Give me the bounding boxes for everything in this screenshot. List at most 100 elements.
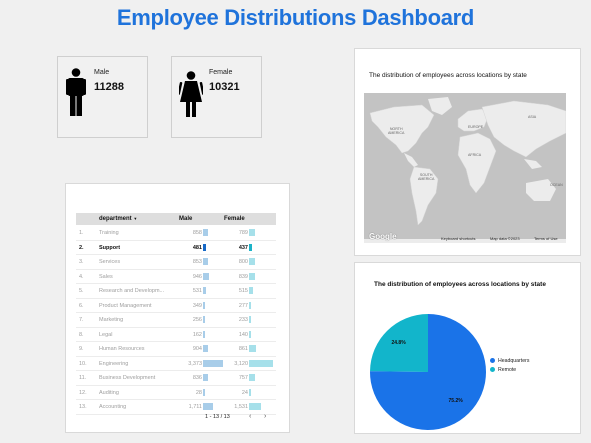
row-department: Business Development <box>99 375 156 381</box>
male-bar <box>203 388 205 396</box>
table-page-range: 1 - 13 / 13 <box>205 414 230 420</box>
world-map[interactable]: NORTH AMERICA EUROPE ASIA AFRICA SOUTH AME… <box>364 93 566 243</box>
female-kpi-value: 10321 <box>209 81 240 93</box>
male-kpi-label: Male <box>94 69 110 76</box>
row-number: 6. <box>79 302 84 309</box>
row-female-value: 277 <box>238 302 248 309</box>
row-number: 7. <box>79 317 84 323</box>
row-department: Marketing <box>99 317 124 323</box>
keyboard-shortcuts-link[interactable]: Keyboard shortcuts <box>441 236 475 241</box>
female-bar <box>249 374 255 381</box>
table-row[interactable]: 9. Human Resources 904 861 <box>76 342 276 357</box>
male-bar <box>203 330 205 338</box>
table-row[interactable]: 3. Services 853 800 <box>76 255 276 270</box>
female-person-icon <box>179 71 203 117</box>
row-department: Product Management <box>99 302 152 309</box>
row-department: Training <box>99 230 119 236</box>
terms-of-use-link[interactable]: Terms of Use <box>534 236 558 241</box>
female-bar <box>249 272 256 280</box>
google-logo: Google <box>369 232 397 241</box>
map-label-europe: EUROPE <box>468 125 484 129</box>
female-bar <box>249 388 251 396</box>
legend-item-headquarters[interactable]: Headquarters <box>490 358 529 364</box>
row-number: 10. <box>79 360 87 367</box>
table-row[interactable]: 6. Product Management 349 277 <box>76 299 276 313</box>
row-female-value: 800 <box>238 259 248 265</box>
male-bar <box>203 243 206 251</box>
legend-dot-remote <box>490 367 495 373</box>
table-row[interactable]: 7. Marketing 256 233 <box>76 313 276 328</box>
row-male-value: 3,373 <box>188 360 202 367</box>
male-bar <box>203 287 207 294</box>
male-bar <box>203 258 209 265</box>
male-bar <box>203 229 209 236</box>
map-data-credit: Map data ©2023 <box>490 236 520 241</box>
map-label-ocean: OCEAN <box>550 183 563 187</box>
table-header: department ▼ Male Female <box>76 213 276 225</box>
female-kpi-label: Female <box>209 69 233 76</box>
row-male-value: 946 <box>192 273 202 280</box>
table-row[interactable]: 1. Training 858 789 <box>76 226 276 241</box>
pie-chart[interactable] <box>368 312 488 432</box>
row-male-value: 162 <box>192 331 202 338</box>
row-female-value: 437 <box>238 244 248 251</box>
female-bar <box>249 316 251 323</box>
female-bar <box>249 287 253 294</box>
row-number: 4. <box>79 273 84 280</box>
legend-item-remote[interactable]: Remote <box>490 367 529 373</box>
prev-page-button[interactable]: ‹ <box>249 413 251 420</box>
row-female-value: 515 <box>238 288 248 294</box>
row-department: Engineering <box>99 360 129 367</box>
row-male-value: 858 <box>192 230 202 236</box>
female-bar <box>249 359 274 367</box>
table-row[interactable]: 5. Research and Developm... 531 515 <box>76 284 276 299</box>
row-male-value: 349 <box>192 302 202 309</box>
table-row[interactable]: 8. Legal 162 140 <box>76 328 276 342</box>
next-page-button[interactable]: › <box>264 413 266 420</box>
table-row[interactable]: 11. Business Development 836 757 <box>76 371 276 386</box>
sort-descending-icon: ▼ <box>133 216 138 221</box>
row-department: Research and Developm... <box>99 288 165 294</box>
male-column-header[interactable]: Male <box>179 216 192 222</box>
female-bar <box>249 243 253 251</box>
row-male-value: 28 <box>195 389 202 396</box>
row-female-value: 789 <box>238 230 248 236</box>
female-bar <box>249 345 256 352</box>
pie-label-remote: 24.8% <box>391 340 406 347</box>
pie-legend: Headquarters Remote <box>490 358 529 373</box>
pie-label-headquarters: 75.2% <box>448 397 463 404</box>
row-department: Sales <box>99 273 113 280</box>
row-number: 5. <box>79 288 84 294</box>
female-bar <box>249 330 251 338</box>
map-label-north-america: NORTH AMERICA <box>388 127 405 135</box>
row-number: 8. <box>79 331 84 338</box>
row-department: Accounting <box>99 404 127 410</box>
male-bar <box>203 374 208 381</box>
row-female-value: 3,120 <box>234 360 248 367</box>
table-row[interactable]: 12. Auditing 28 24 <box>76 386 276 400</box>
table-row[interactable]: 4. Sales 946 839 <box>76 270 276 284</box>
female-column-header[interactable]: Female <box>224 216 245 222</box>
male-bar <box>203 316 205 323</box>
row-number: 3. <box>79 259 84 265</box>
row-number: 1. <box>79 230 84 236</box>
row-department: Auditing <box>99 389 119 396</box>
row-number: 2. <box>79 244 84 251</box>
pie-chart-title: The distribution of employees across loc… <box>374 281 546 288</box>
row-department: Services <box>99 259 121 265</box>
row-department: Support <box>99 244 121 251</box>
table-row[interactable]: 10. Engineering 3,373 3,120 <box>76 357 276 371</box>
row-female-value: 861 <box>238 346 248 352</box>
map-label-africa: AFRICA <box>468 153 482 157</box>
table-row[interactable]: 13. Accounting 1,711 1,531 <box>76 400 276 415</box>
male-kpi-value: 11288 <box>94 81 124 93</box>
map-label-asia: ASIA <box>528 115 537 119</box>
row-male-value: 904 <box>192 346 202 352</box>
map-label-south-america: SOUTH AMERICA <box>418 173 435 181</box>
department-column-header[interactable]: department ▼ <box>99 216 137 222</box>
row-number: 11. <box>79 375 87 381</box>
row-female-value: 757 <box>238 375 248 381</box>
table-row[interactable]: 2. Support 481 437 <box>76 241 276 255</box>
map-chart-title: The distribution of employees across loc… <box>369 72 527 79</box>
female-bar <box>249 403 261 410</box>
